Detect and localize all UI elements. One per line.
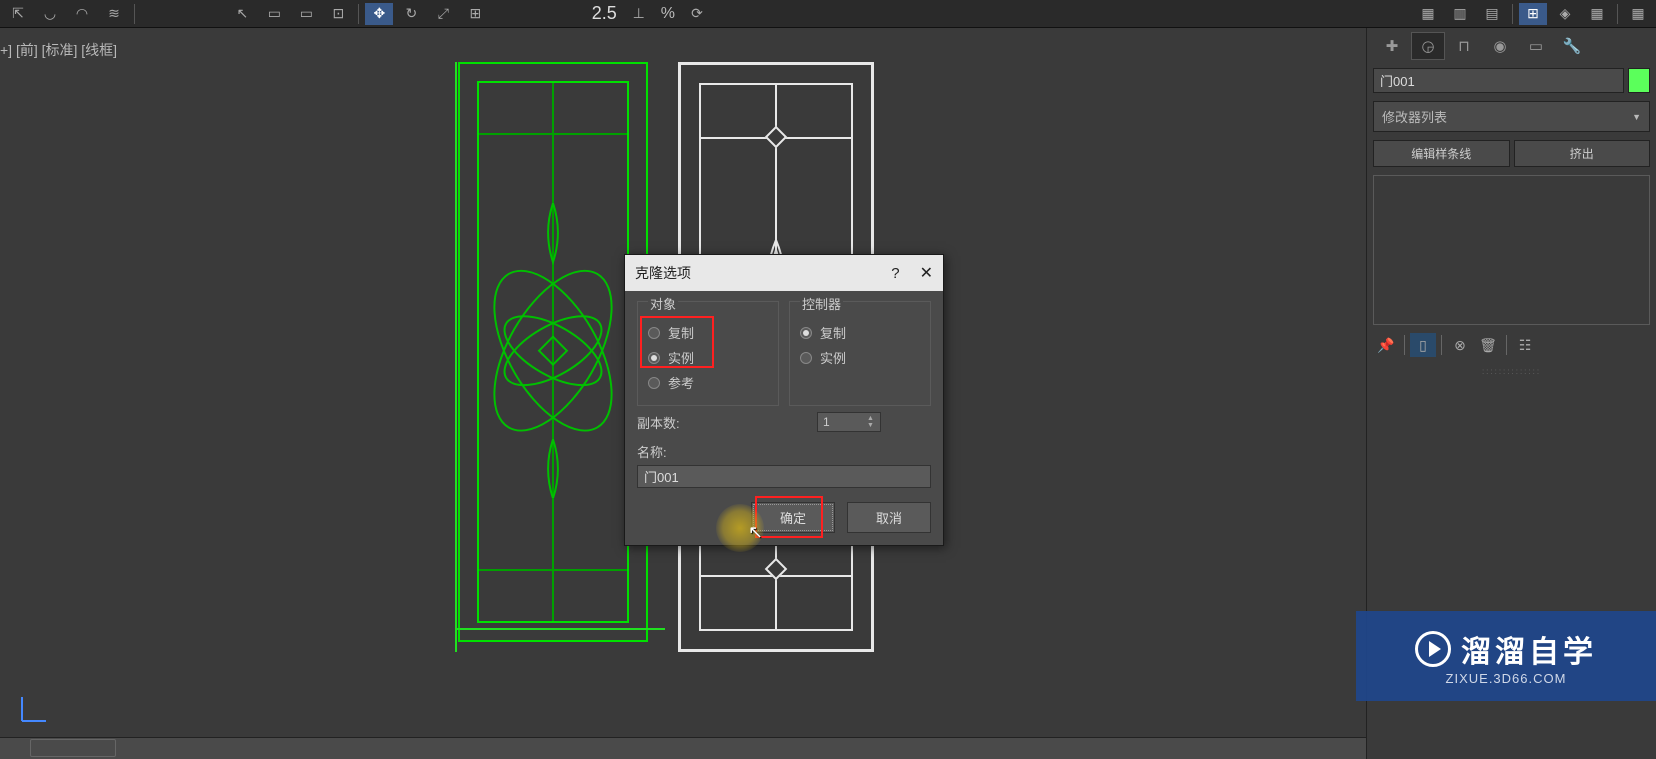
- layout3-icon[interactable]: ▤: [1478, 3, 1506, 25]
- create-tab[interactable]: ✚: [1375, 32, 1409, 60]
- close-button[interactable]: ✕: [920, 263, 933, 283]
- tool-icon[interactable]: ◡: [36, 3, 64, 25]
- axis-gizmo[interactable]: [14, 689, 54, 729]
- scale-icon[interactable]: ⤢: [429, 3, 457, 25]
- viewport-label[interactable]: +] [前] [标准] [线框]: [0, 40, 117, 60]
- ornament-pattern: [489, 203, 617, 498]
- extrude-button[interactable]: 挤出: [1514, 140, 1651, 167]
- modifier-list-dropdown[interactable]: 修改器列表 ▼: [1373, 101, 1650, 132]
- watermark-url: ZIXUE.3D66.COM: [1446, 671, 1567, 686]
- rotate-icon[interactable]: ↻: [397, 3, 425, 25]
- selection-edge: [455, 62, 457, 652]
- dropdown-icon: ▼: [1632, 112, 1641, 122]
- show-result-icon[interactable]: ▯: [1410, 333, 1436, 357]
- percent-icon[interactable]: %: [657, 5, 679, 23]
- utilities-tab[interactable]: 🔧: [1555, 32, 1589, 60]
- name-label: 名称:: [637, 438, 931, 465]
- tool-icon[interactable]: ⇱: [4, 3, 32, 25]
- door-object-selected[interactable]: [458, 62, 648, 642]
- object-group: 对象 复制 实例 参考: [637, 301, 779, 406]
- ctrl-instance-radio[interactable]: 实例: [800, 345, 920, 370]
- rollup-grip[interactable]: ::::::::::::::: [1367, 361, 1656, 382]
- select-rect2-icon[interactable]: ▭: [292, 3, 320, 25]
- make-unique-icon[interactable]: ⊗: [1447, 333, 1473, 357]
- highlight-annotation: [755, 496, 823, 538]
- help-button[interactable]: ?: [891, 265, 899, 282]
- tool-icon[interactable]: ◈: [1551, 3, 1579, 25]
- controller-group-label: 控制器: [800, 294, 843, 313]
- hierarchy-tab[interactable]: ⊓: [1447, 32, 1481, 60]
- play-icon: [1415, 631, 1451, 667]
- modifier-list-label: 修改器列表: [1382, 107, 1447, 126]
- cancel-button[interactable]: 取消: [847, 502, 931, 533]
- tool-icon[interactable]: ▦: [1583, 3, 1611, 25]
- grid-value[interactable]: 2.5: [588, 3, 621, 24]
- dialog-title: 克隆选项: [635, 263, 691, 283]
- diamond-ornament: [765, 126, 788, 149]
- tool-icon[interactable]: ⊞: [461, 3, 489, 25]
- move-icon[interactable]: ✥: [365, 3, 393, 25]
- configure-icon[interactable]: ☷: [1512, 333, 1538, 357]
- layout2-icon[interactable]: ▥: [1446, 3, 1474, 25]
- watermark-text: 溜溜自学: [1461, 627, 1597, 671]
- tool-icon[interactable]: ⟳: [683, 3, 711, 25]
- status-bar: [0, 737, 1366, 759]
- pin-stack-icon[interactable]: 📌: [1373, 333, 1399, 357]
- selection-edge: [455, 628, 665, 630]
- modify-tab[interactable]: ◶: [1411, 32, 1445, 60]
- main-toolbar: ⇱ ◡ ◠ ≋ ↖ ▭ ▭ ⊡ ✥ ↻ ⤢ ⊞ 2.5 ⊥ % ⟳ ▦ ▥ ▤ …: [0, 0, 1656, 28]
- controller-group: 控制器 复制 实例: [789, 301, 931, 406]
- crop-icon[interactable]: ⊡: [324, 3, 352, 25]
- reference-radio[interactable]: 参考: [648, 370, 768, 395]
- object-name-input[interactable]: [1373, 68, 1624, 93]
- tool-icon[interactable]: ◠: [68, 3, 96, 25]
- stack-toolbar: 📌 ▯ ⊗ 🗑 ☷: [1367, 329, 1656, 361]
- copies-label: 副本数:: [637, 413, 680, 432]
- edit-spline-button[interactable]: 编辑样条线: [1373, 140, 1510, 167]
- watermark: 溜溜自学 ZIXUE.3D66.COM: [1356, 611, 1656, 701]
- status-slot[interactable]: [30, 739, 116, 757]
- select-icon[interactable]: ↖: [228, 3, 256, 25]
- clone-name-input[interactable]: [637, 465, 931, 488]
- clone-options-dialog: 克隆选项 ? ✕ 对象 复制 实例 参考: [624, 254, 944, 546]
- select-rect-icon[interactable]: ▭: [260, 3, 288, 25]
- layout-icon[interactable]: ▦: [1414, 3, 1442, 25]
- object-color-swatch[interactable]: [1628, 68, 1650, 93]
- spinner-arrows[interactable]: ▲▼: [867, 412, 879, 432]
- viewport-layout-icon[interactable]: ⊞: [1519, 3, 1547, 25]
- object-group-label: 对象: [648, 294, 678, 313]
- modifier-stack[interactable]: [1373, 175, 1650, 325]
- display-tab[interactable]: ▭: [1519, 32, 1553, 60]
- dialog-titlebar[interactable]: 克隆选项 ? ✕: [625, 255, 943, 291]
- ctrl-copy-radio[interactable]: 复制: [800, 320, 920, 345]
- ortho-icon[interactable]: ⊥: [625, 3, 653, 25]
- panel-tabs: ✚ ◶ ⊓ ◉ ▭ 🔧: [1367, 28, 1656, 64]
- tool-icon[interactable]: ≋: [100, 3, 128, 25]
- motion-tab[interactable]: ◉: [1483, 32, 1517, 60]
- settings-icon[interactable]: ▦: [1624, 3, 1652, 25]
- remove-modifier-icon[interactable]: 🗑: [1475, 333, 1501, 357]
